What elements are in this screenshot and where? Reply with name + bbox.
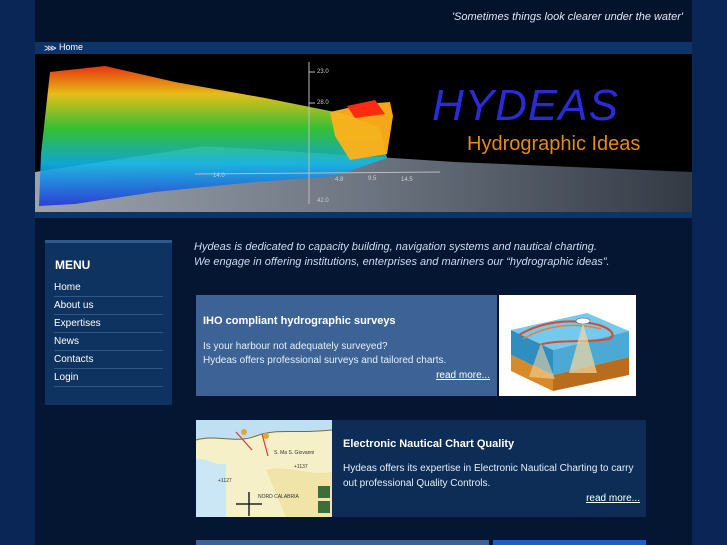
right-page-margin	[692, 0, 727, 545]
breadcrumb-home-link[interactable]: Home	[59, 42, 83, 53]
main-column: 'Sometimes things look clearer under the…	[35, 0, 692, 545]
enc-card-line-1: Hydeas offers its expertise in Electroni…	[343, 463, 634, 474]
chart-depth-label: +1137	[294, 464, 308, 470]
tagline: 'Sometimes things look clearer under the…	[451, 11, 683, 23]
intro-line-1: Hydeas is dedicated to capacity building…	[194, 241, 597, 253]
enc-card: +1127 +1137 NORD CALABRIA S. Ma S. Giova…	[196, 420, 646, 517]
brand-subtitle: Hydrographic Ideas	[467, 133, 641, 155]
scale-label: 23.0	[317, 69, 329, 75]
banner-divider	[35, 212, 692, 218]
next-card-peek	[196, 540, 489, 545]
breadcrumb-arrow-icon: ⋙	[44, 43, 57, 53]
scale-label: 14.0	[213, 173, 225, 179]
menu-title: MENU	[55, 258, 91, 272]
menu-item-contacts[interactable]: Contacts	[54, 351, 163, 369]
brand-name: HYDEAS	[432, 81, 619, 130]
menu-item-login[interactable]: Login	[54, 369, 163, 387]
scale-label: 14.5	[401, 177, 413, 183]
scale-label: 4.8	[335, 177, 344, 183]
enc-card-line-2: out professional Quality Controls.	[343, 478, 491, 489]
seabed-survey-graphic	[511, 313, 629, 391]
scale-label: 9.5	[368, 176, 377, 182]
intro-line-2: We engage in offering institutions, ente…	[194, 256, 610, 268]
survey-card-line-2: Hydeas offers professional surveys and t…	[203, 355, 447, 366]
menu-item-about-us[interactable]: About us	[54, 297, 163, 315]
survey-card-line-1: Is your harbour not adequately surveyed?	[203, 341, 388, 352]
survey-read-more-link[interactable]: read more...	[436, 370, 490, 381]
menu-item-news[interactable]: News	[54, 333, 163, 351]
menu-item-expertises[interactable]: Expertises	[54, 315, 163, 333]
top-bar: 'Sometimes things look clearer under the…	[35, 0, 692, 42]
nautical-chart-image[interactable]: +1127 +1137 NORD CALABRIA S. Ma S. Giova…	[196, 420, 332, 517]
survey-card: IHO compliant hydrographic surveys Is yo…	[196, 295, 497, 396]
chart-depth-label: +1127	[218, 478, 232, 484]
next-image-peek	[493, 540, 646, 545]
left-page-margin	[0, 0, 35, 545]
intro-text: Hydeas is dedicated to capacity building…	[194, 240, 674, 270]
chart-place-label: S. Ma S. Giovanni	[274, 450, 314, 456]
survey-illustration[interactable]	[499, 295, 636, 396]
survey-card-title: IHO compliant hydrographic surveys	[203, 315, 396, 327]
breadcrumb: ⋙ Home	[35, 42, 692, 54]
menu-item-home[interactable]: Home	[54, 279, 163, 297]
sidebar-menu: MENU Home About us Expertises News Conta…	[45, 240, 172, 405]
header-banner: 23.0 28.0 14.0 4.8 9.5 14.5 42.0 HYDEAS …	[35, 54, 692, 212]
chart-place-label: NORD CALABRIA	[258, 494, 300, 500]
menu-list: Home About us Expertises News Contacts L…	[54, 279, 163, 387]
enc-read-more-link[interactable]: read more...	[586, 493, 640, 504]
scale-label: 42.0	[317, 198, 329, 204]
enc-chart-graphic: +1127 +1137 NORD CALABRIA S. Ma S. Giova…	[196, 420, 332, 517]
scale-label: 28.0	[317, 100, 329, 106]
enc-card-title: Electronic Nautical Chart Quality	[343, 438, 515, 450]
